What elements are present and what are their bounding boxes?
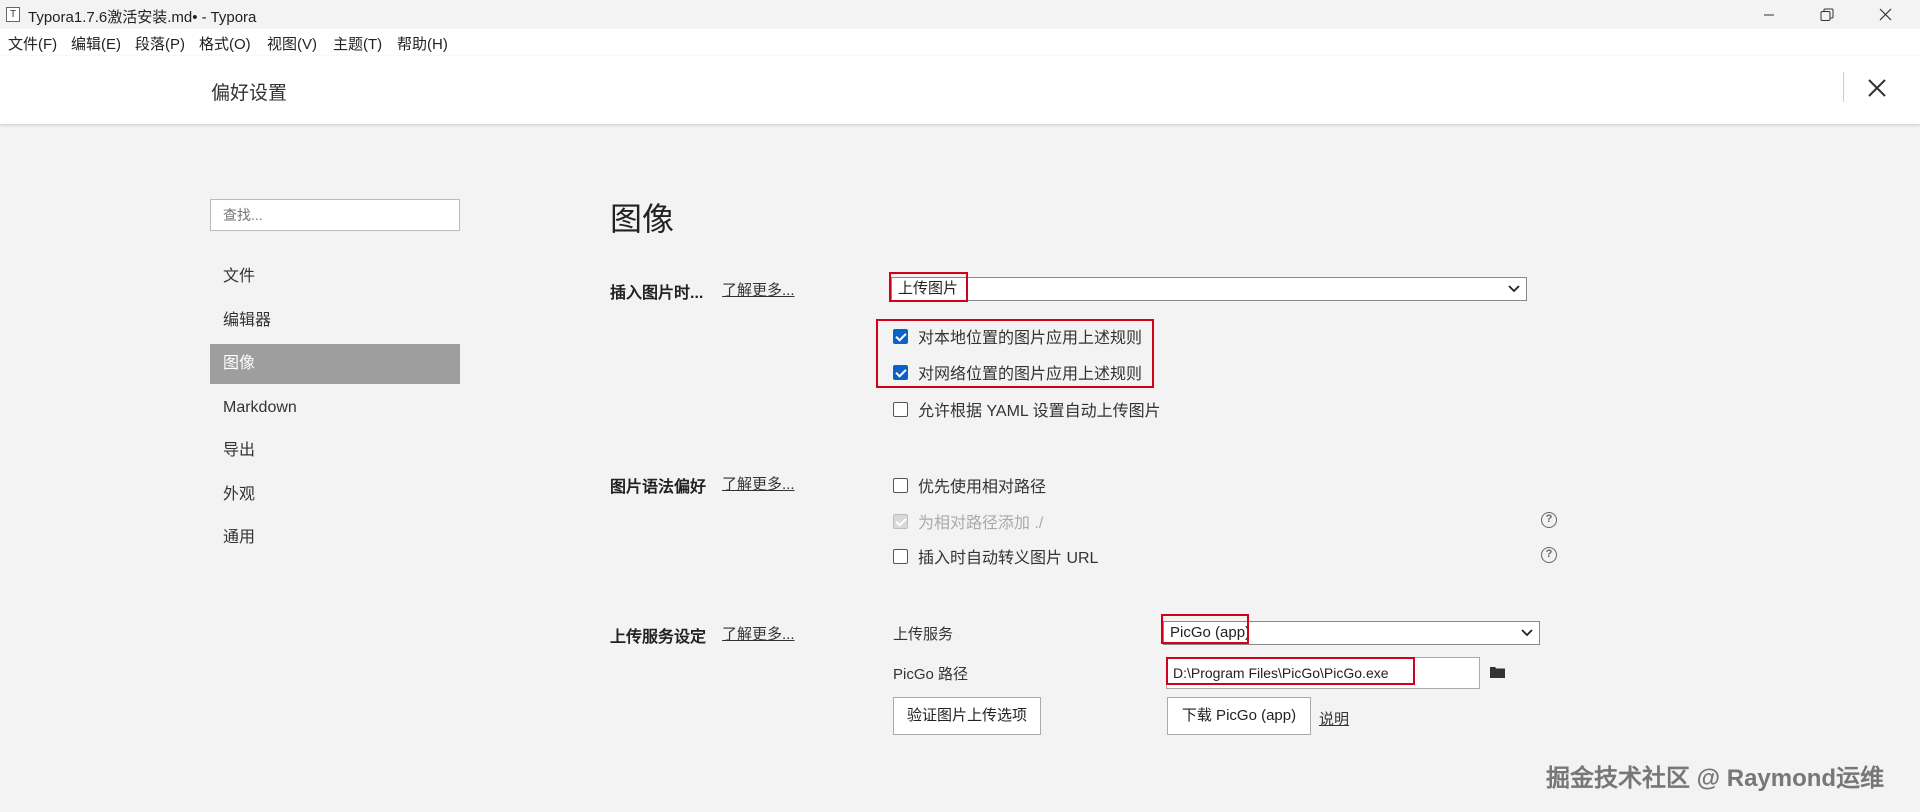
learn-more-link[interactable]: 了解更多... — [722, 623, 795, 644]
preferences-header: 偏好设置 — [0, 56, 1920, 124]
highlight-box — [1166, 657, 1415, 685]
highlight-box — [889, 272, 968, 302]
minimize-icon — [1764, 14, 1774, 15]
menu-help[interactable]: 帮助(H) — [397, 33, 448, 54]
restore-icon — [1820, 8, 1834, 21]
close-icon — [1879, 8, 1891, 21]
restore-button[interactable] — [1800, 0, 1854, 29]
insert-image-label: 插入图片时... — [610, 285, 704, 302]
highlight-box — [1161, 614, 1249, 644]
sidebar-item-export[interactable]: 导出 — [210, 431, 460, 471]
insert-action-select[interactable]: 上传图片 — [891, 277, 1527, 301]
picgo-path-label: PicGo 路径 — [893, 666, 969, 683]
page-title: 偏好设置 — [211, 83, 288, 104]
menu-view[interactable]: 视图(V) — [267, 33, 317, 54]
help-icon[interactable]: ? — [1541, 512, 1557, 528]
checkbox-relative-path[interactable]: 优先使用相对路径 — [893, 474, 1046, 496]
checkbox-yaml-upload[interactable]: 允许根据 YAML 设置自动上传图片 — [893, 398, 1161, 420]
checkbox[interactable] — [893, 548, 908, 564]
close-preferences-icon[interactable] — [1865, 76, 1889, 100]
menu-edit[interactable]: 编辑(E) — [71, 33, 121, 54]
help-icon[interactable]: ? — [1541, 547, 1557, 563]
checkbox-label: 为相对路径添加 ./ — [918, 515, 1044, 532]
explain-link[interactable]: 说明 — [1319, 708, 1349, 729]
menu-theme[interactable]: 主题(T) — [333, 33, 382, 54]
menu-format[interactable]: 格式(O) — [199, 33, 251, 54]
sidebar-item-image[interactable]: 图像 — [210, 344, 460, 384]
sidebar-item-markdown[interactable]: Markdown — [210, 388, 460, 428]
window-title: Typora1.7.6激活安装.md• - Typora — [28, 9, 257, 26]
menu-file[interactable]: 文件(F) — [8, 33, 57, 54]
section-title: 图像 — [610, 201, 675, 237]
learn-more-link[interactable]: 了解更多... — [722, 279, 795, 300]
chevron-down-icon — [1521, 629, 1533, 637]
checkbox[interactable] — [893, 401, 908, 417]
image-syntax-label: 图片语法偏好 — [610, 479, 707, 496]
minimize-button[interactable] — [1742, 0, 1796, 29]
upload-service-label: 上传服务 — [893, 626, 954, 643]
menu-bar: 文件(F) 编辑(E) 段落(P) 格式(O) 视图(V) 主题(T) 帮助(H… — [0, 29, 1920, 56]
upload-service-settings-label: 上传服务设定 — [610, 629, 707, 646]
checkbox-label: 插入时自动转义图片 URL — [918, 550, 1099, 567]
typora-app-icon: T — [6, 7, 20, 22]
sidebar-item-editor[interactable]: 编辑器 — [210, 301, 460, 341]
watermark: 掘金技术社区 @ Raymond运维 — [1546, 765, 1885, 792]
verify-upload-button[interactable]: 验证图片上传选项 — [893, 697, 1041, 735]
checkbox-dot-slash: 为相对路径添加 ./ — [893, 510, 1043, 532]
highlight-box — [876, 319, 1154, 388]
checkbox[interactable] — [893, 477, 908, 493]
checkbox-escape-url[interactable]: 插入时自动转义图片 URL — [893, 545, 1098, 567]
chevron-down-icon — [1508, 285, 1520, 293]
folder-icon[interactable] — [1490, 666, 1505, 678]
download-picgo-button[interactable]: 下载 PicGo (app) — [1167, 697, 1311, 735]
sidebar-item-file[interactable]: 文件 — [210, 257, 460, 297]
sidebar-item-appearance[interactable]: 外观 — [210, 475, 460, 515]
search-input[interactable] — [210, 199, 460, 231]
checkbox-label: 允许根据 YAML 设置自动上传图片 — [918, 403, 1161, 420]
window-close-button[interactable] — [1858, 0, 1912, 29]
checkbox — [893, 513, 908, 529]
checkbox-label: 优先使用相对路径 — [918, 479, 1047, 496]
learn-more-link[interactable]: 了解更多... — [722, 473, 795, 494]
sidebar-item-general[interactable]: 通用 — [210, 518, 460, 558]
title-bar: T Typora1.7.6激活安装.md• - Typora — [0, 0, 1920, 29]
menu-paragraph[interactable]: 段落(P) — [135, 33, 185, 54]
header-divider — [1843, 72, 1844, 102]
